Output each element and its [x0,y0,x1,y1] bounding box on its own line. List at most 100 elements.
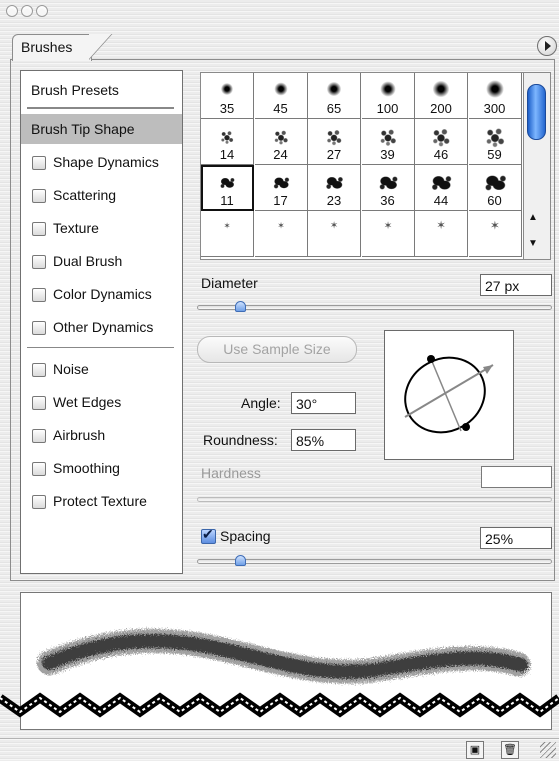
brush-tip-star-icon: ✶ [223,221,231,231]
scroll-up-arrow-icon[interactable]: ▲ [528,212,538,223]
brush-preset-splat-39[interactable]: 39 [361,119,415,165]
brush-preset-star[interactable]: ✶ [254,211,308,257]
brush-tip-chalk-icon [428,172,454,194]
preset-scroll-thumb[interactable] [527,84,546,140]
roundness-handle-top[interactable] [427,355,435,363]
new-brush-icon[interactable]: ▣ [466,741,484,759]
brush-angle-preview[interactable] [384,330,514,460]
spacing-slider[interactable] [197,559,552,564]
brush-preset-splat-59[interactable]: 59 [468,119,522,165]
panel-menu-arrow-icon[interactable] [537,36,557,56]
brush-tip-splat-icon [324,128,344,146]
brush-preset-chalk-23[interactable]: 23 [308,165,361,211]
angle-arrowhead-icon [483,365,493,374]
sidebar-item-brush-tip-shape[interactable]: Brush Tip Shape [21,114,182,144]
sidebar-item-label: Brush Presets [31,82,119,98]
window-titlebar [0,0,559,22]
torn-edge-decoration [0,692,559,718]
sidebar-item-label: Wet Edges [53,394,122,410]
hardness-slider[interactable] [197,497,552,502]
close-window-button[interactable] [6,5,18,17]
brush-preset-soft-100[interactable]: 100 [361,73,415,119]
sidebar-item-smoothing[interactable]: Smoothing [21,453,182,483]
sidebar-checkbox[interactable] [32,222,46,236]
sidebar-checkbox[interactable] [32,429,46,443]
brush-preset-soft-45[interactable]: 45 [254,73,308,119]
brush-preset-chalk-60[interactable]: 60 [468,165,522,211]
brush-size-label: 65 [326,101,342,116]
brush-preset-star[interactable]: ✶ [308,211,361,257]
brush-tip-splat-icon [429,126,453,148]
brush-preset-grid: 35 45 65 100 200 300 14 24 27 39 46 59 11 17 23 36 44 60 ✶… [200,72,524,260]
diameter-slider-thumb[interactable] [234,301,246,312]
brush-preset-star[interactable]: ✶ [468,211,522,257]
angle-field[interactable]: 30° [291,392,356,414]
sidebar-item-other-dynamics[interactable]: Other Dynamics [21,312,182,342]
brush-preset-star[interactable]: ✶ [201,211,254,257]
spacing-slider-thumb[interactable] [234,555,246,566]
brush-preset-splat-46[interactable]: 46 [415,119,468,165]
brush-size-label: 59 [487,147,502,162]
roundness-axis [430,358,462,432]
sidebar-checkbox[interactable] [32,156,46,170]
stroke-speckle [37,628,533,684]
sidebar-divider-mid [27,347,174,348]
brush-preset-soft-35[interactable]: 35 [201,73,254,119]
sidebar-item-texture[interactable]: Texture [21,213,182,243]
sidebar-item-label: Scattering [53,187,117,203]
sidebar-item-protect-texture[interactable]: Protect Texture [21,486,182,516]
sidebar-checkbox[interactable] [32,396,46,410]
brush-preset-splat-14[interactable]: 14 [201,119,254,165]
brush-preset-soft-65[interactable]: 65 [308,73,361,119]
brush-tip-soft-icon [485,80,504,98]
trash-icon[interactable]: 🗑 [501,741,519,759]
brush-preset-chalk-36[interactable]: 36 [361,165,415,211]
sidebar-item-airbrush[interactable]: Airbrush [21,420,182,450]
brush-tip-splat-icon [218,129,236,145]
sidebar-checkbox[interactable] [32,189,46,203]
brush-preset-chalk-11[interactable]: 11 [201,165,254,211]
brush-preset-splat-27[interactable]: 27 [308,119,361,165]
brush-preset-soft-200[interactable]: 200 [415,73,468,119]
roundness-handle-bottom[interactable] [462,423,470,431]
brush-tip-star-icon: ✶ [489,219,500,233]
resize-grip-icon[interactable] [540,742,556,758]
sidebar: Brush Presets Brush Tip Shape Shape Dynami… [20,70,183,574]
sidebar-item-dual-brush[interactable]: Dual Brush [21,246,182,276]
hardness-field[interactable] [481,466,552,488]
brush-size-label: 24 [273,147,288,162]
brush-size-label: 300 [483,101,506,116]
brush-size-label: 44 [433,193,449,208]
scroll-down-arrow-icon[interactable]: ▼ [528,238,538,249]
brush-preset-star[interactable]: ✶ [361,211,415,257]
sidebar-checkbox[interactable] [32,321,46,335]
sidebar-checkbox[interactable] [32,288,46,302]
diameter-label: Diameter [201,275,258,291]
sidebar-checkbox[interactable] [32,363,46,377]
hardness-label: Hardness [201,465,261,481]
sidebar-item-color-dynamics[interactable]: Color Dynamics [21,279,182,309]
brush-preset-chalk-17[interactable]: 17 [254,165,308,211]
roundness-field[interactable]: 85% [291,429,356,451]
spacing-field[interactable]: 25% [480,527,552,549]
brush-preset-star[interactable]: ✶ [415,211,468,257]
brush-preset-soft-300[interactable]: 300 [468,73,522,119]
sidebar-checkbox[interactable] [32,462,46,476]
diameter-slider[interactable] [197,305,552,310]
sidebar-item-brush-presets[interactable]: Brush Presets [21,75,182,105]
sidebar-checkbox[interactable] [32,495,46,509]
sidebar-item-shape-dynamics[interactable]: Shape Dynamics [21,147,182,177]
use-sample-size-button[interactable]: Use Sample Size [197,336,357,363]
sidebar-item-wet-edges[interactable]: Wet Edges [21,387,182,417]
minimize-window-button[interactable] [21,5,33,17]
sidebar-item-scattering[interactable]: Scattering [21,180,182,210]
brush-tip-splat-icon [271,128,290,146]
brush-preset-chalk-44[interactable]: 44 [415,165,468,211]
spacing-checkbox[interactable] [201,526,216,544]
zoom-window-button[interactable] [36,5,48,17]
brush-preset-splat-24[interactable]: 24 [254,119,308,165]
sidebar-item-noise[interactable]: Noise [21,354,182,384]
sidebar-checkbox[interactable] [32,255,46,269]
diameter-field[interactable]: 27 px [480,274,552,296]
brush-tip-star-icon: ✶ [276,221,285,231]
